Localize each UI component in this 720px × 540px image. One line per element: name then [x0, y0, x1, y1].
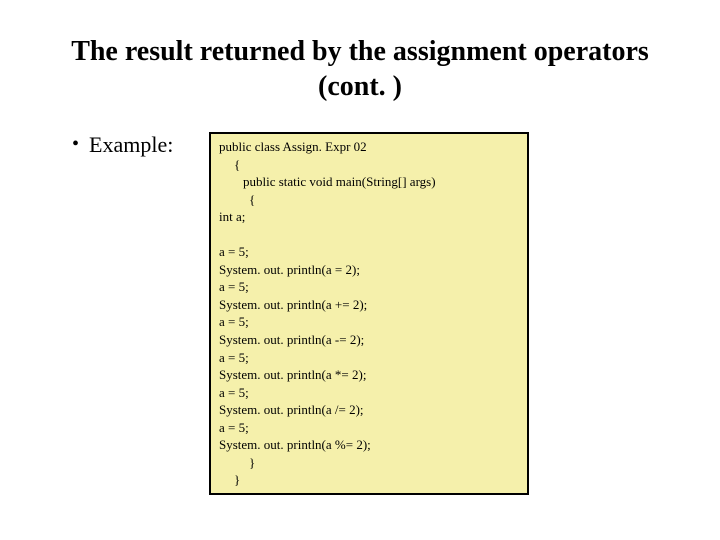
code-line: a = 5;: [219, 350, 249, 365]
code-line: a = 5;: [219, 279, 249, 294]
slide: The result returned by the assignment op…: [0, 0, 720, 540]
code-block: public class Assign. Expr 02 { public st…: [219, 138, 519, 489]
slide-title: The result returned by the assignment op…: [0, 0, 720, 104]
code-line: System. out. println(a /= 2);: [219, 402, 364, 417]
code-line: System. out. println(a *= 2);: [219, 367, 366, 382]
code-line: }: [219, 471, 240, 489]
bullet-item: • Example:: [0, 132, 205, 158]
code-line: {: [219, 156, 240, 174]
code-line: a = 5;: [219, 385, 249, 400]
code-line: a = 5;: [219, 244, 249, 259]
slide-body: • Example: public class Assign. Expr 02 …: [0, 132, 720, 495]
code-line: }: [219, 454, 255, 472]
code-line: a = 5;: [219, 314, 249, 329]
code-line: public static void main(String[] args): [219, 173, 436, 191]
code-line: public class Assign. Expr 02: [219, 139, 367, 154]
code-line: a = 5;: [219, 420, 249, 435]
code-line: int a;: [219, 209, 245, 224]
code-line: System. out. println(a %= 2);: [219, 437, 371, 452]
code-line: {: [219, 191, 255, 209]
bullet-dot: •: [72, 134, 79, 154]
code-line: System. out. println(a += 2);: [219, 297, 367, 312]
code-box: public class Assign. Expr 02 { public st…: [209, 132, 529, 495]
code-line: System. out. println(a -= 2);: [219, 332, 364, 347]
code-line: System. out. println(a = 2);: [219, 262, 360, 277]
bullet-label: Example:: [89, 132, 173, 158]
